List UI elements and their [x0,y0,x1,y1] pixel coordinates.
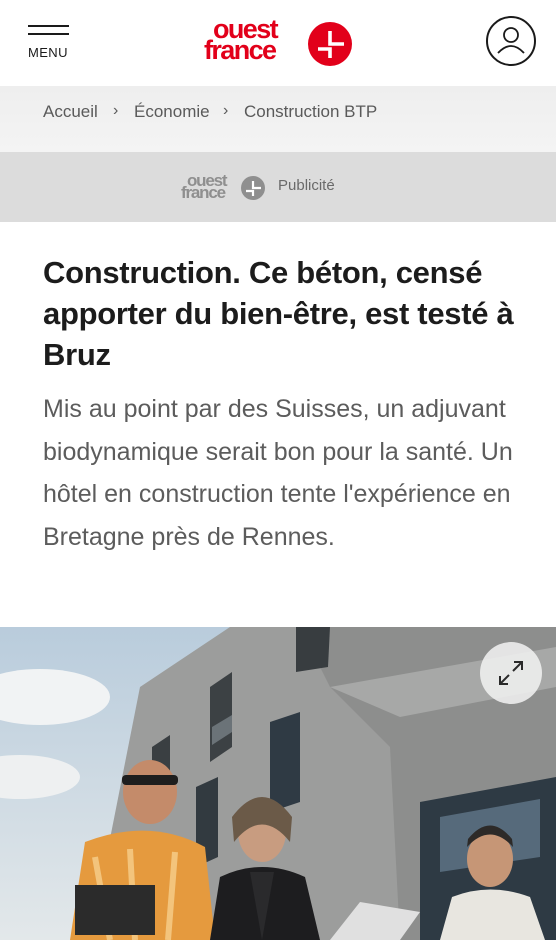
article-lead: Mis au point par des Suisses, un adjuvan… [43,395,513,551]
breadcrumb-item-construction-btp[interactable]: Construction BTP [244,102,377,122]
ad-logo-word-france: france [181,183,226,202]
advertisement-label: Publicité [278,177,335,194]
breadcrumb: Accueil › Économie › Construction BTP [0,86,556,152]
breadcrumb-item-economie[interactable]: Économie [134,102,210,122]
menu-button[interactable]: MENU [28,22,70,62]
expand-image-button[interactable] [480,642,542,704]
ad-logo-mark-icon [241,176,265,200]
ad-logo: ouest france [181,172,267,203]
logo-mark-icon [308,22,352,66]
chevron-right-icon: › [113,102,119,119]
top-bar: MENU ouest france [0,0,556,86]
hamburger-icon-bar [28,33,69,35]
hamburger-icon [28,25,69,27]
advertisement-banner: ouest france Publicité [0,152,556,222]
expand-icon [499,661,523,685]
ouest-france-logo[interactable]: ouest france [204,16,354,67]
menu-label: MENU [28,45,68,60]
account-button[interactable] [486,16,536,66]
chevron-right-icon: › [223,102,229,119]
user-icon [497,27,525,54]
breadcrumb-item-accueil[interactable]: Accueil [43,102,98,122]
logo-word-france: france [204,35,277,65]
article-headline: Construction. Ce béton, censé apporter d… [43,255,514,372]
article-photo[interactable] [0,627,556,940]
